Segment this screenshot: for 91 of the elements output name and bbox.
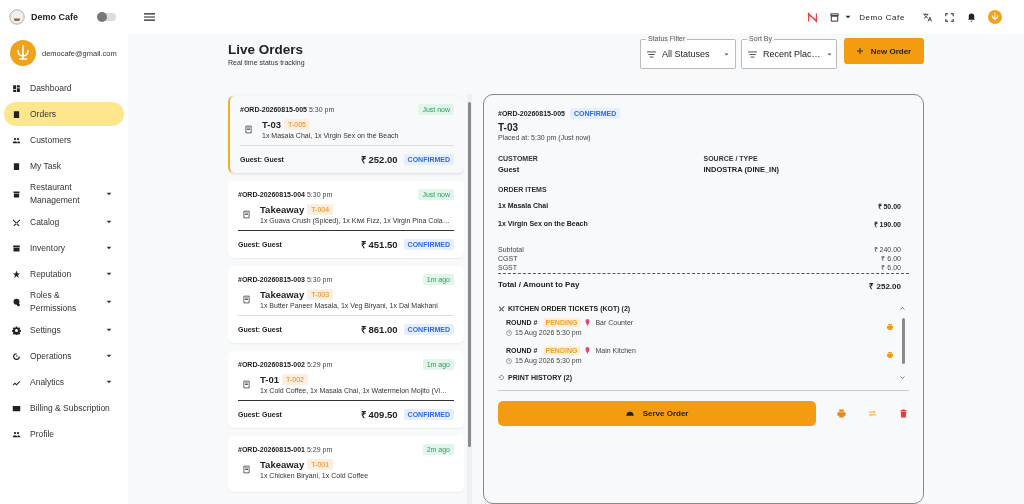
- caret-icon: [106, 220, 112, 224]
- order-amount: ₹ 451.50: [360, 238, 398, 251]
- serve-order-button[interactable]: Serve Order: [498, 401, 817, 426]
- caret-icon: [106, 192, 112, 196]
- sidebar-item[interactable]: Catalog: [4, 210, 124, 234]
- sidebar-label: My Task: [30, 159, 63, 173]
- pin-icon: [585, 347, 591, 354]
- caret-icon: [106, 354, 112, 358]
- archive-icon: [12, 243, 21, 253]
- page-title: Live Orders: [228, 42, 305, 57]
- sidebar-item[interactable]: Billing & Subscription: [4, 396, 124, 420]
- people-icon: [12, 135, 21, 145]
- order-amount: ₹ 409.50: [360, 408, 398, 421]
- field-value: Recent Plac…: [763, 49, 821, 59]
- total-value: ₹ 252.00: [869, 281, 901, 291]
- order-amount: ₹ 252.00: [360, 153, 398, 166]
- filter-icon: [748, 50, 757, 58]
- caret-icon: [106, 246, 112, 250]
- brand-name: Demo Cafe: [31, 12, 79, 22]
- caret-icon: [106, 380, 112, 384]
- utensils-icon: [12, 217, 21, 227]
- caret-icon: [106, 272, 112, 276]
- sidebar-label: Settings: [30, 323, 62, 337]
- store-icon: [12, 189, 21, 199]
- dashboard-icon: [12, 83, 21, 93]
- avatar-icon[interactable]: [988, 10, 1002, 24]
- order-title: T-01: [260, 374, 279, 385]
- sidebar-label: Analytics: [30, 375, 65, 389]
- history-icon: [498, 374, 505, 381]
- people-icon: [12, 429, 21, 439]
- order-title: Takeaway: [260, 204, 305, 215]
- cafe-logo-icon: [9, 9, 25, 25]
- sidebar-label: Catalog: [30, 215, 61, 229]
- menu-icon[interactable]: [144, 13, 155, 21]
- sidebar-label: Orders: [30, 107, 57, 121]
- filter-icon: [647, 50, 656, 58]
- order-title: T-03: [262, 119, 281, 130]
- chevron-icon: [900, 307, 905, 310]
- new-order-button[interactable]: New Order: [844, 38, 924, 64]
- sidebar-item[interactable]: Customers: [4, 128, 124, 152]
- print-icon[interactable]: [836, 408, 848, 419]
- star-icon: [12, 269, 21, 279]
- sidebar-label: Restaurant Management: [30, 181, 81, 207]
- sidebar-label: Inventory: [30, 241, 66, 255]
- sidebar-item[interactable]: Roles & Permissions: [4, 288, 124, 316]
- print-icon[interactable]: [886, 351, 894, 359]
- settings-icon: [12, 325, 21, 335]
- fullscreen-icon[interactable]: [944, 11, 955, 23]
- total-label: Total / Amount to Pay: [498, 280, 580, 291]
- sidebar-label: Dashboard: [30, 81, 73, 95]
- sidebar-item[interactable]: Profile: [4, 422, 124, 446]
- sidebar-item[interactable]: My Task: [4, 154, 124, 178]
- caret-icon: [106, 328, 112, 332]
- sidebar-label: Profile: [30, 427, 56, 441]
- sidebar-label: Customers: [30, 133, 73, 147]
- caret-icon: [724, 52, 729, 56]
- sidebar-label: Billing & Subscription: [30, 401, 111, 415]
- print-icon[interactable]: [886, 323, 894, 331]
- sidebar-item[interactable]: Dashboard: [4, 76, 124, 100]
- delete-icon[interactable]: [898, 408, 909, 419]
- card-icon: [12, 403, 21, 413]
- sidebar-label: Operations: [30, 349, 73, 363]
- sidebar-item[interactable]: Orders: [4, 102, 124, 126]
- bell-icon[interactable]: [966, 11, 977, 23]
- sidebar-item[interactable]: Inventory: [4, 236, 124, 260]
- order-title: T-03: [498, 122, 519, 133]
- store-icon[interactable]: [829, 11, 841, 23]
- order-amount: ₹ 861.00: [360, 323, 398, 336]
- caret-icon: [826, 52, 832, 56]
- caret-icon[interactable]: [845, 15, 852, 19]
- n-logo-icon[interactable]: [807, 11, 819, 23]
- pin-icon: [585, 319, 591, 326]
- caret-icon: [106, 300, 112, 304]
- sidebar-item[interactable]: Analytics: [4, 370, 124, 394]
- sidebar-label: Reputation: [30, 267, 73, 281]
- avatar-icon: [10, 40, 36, 66]
- plus-icon: [856, 48, 863, 54]
- translate-icon[interactable]: [922, 11, 933, 23]
- sidebar-item[interactable]: Operations: [4, 344, 124, 368]
- sidebar-item[interactable]: Settings: [4, 318, 124, 342]
- sidebar-label: Roles & Permissions: [30, 289, 78, 315]
- outlet-name[interactable]: Demo Cafe: [859, 12, 905, 22]
- chevron-icon: [900, 376, 905, 379]
- utensils-icon: [498, 305, 505, 312]
- sidebar-item[interactable]: Reputation: [4, 262, 124, 286]
- order-title: Takeaway: [260, 459, 305, 470]
- cloche-icon: [625, 411, 634, 416]
- order-title: Takeaway: [260, 289, 305, 300]
- theme-toggle[interactable]: [98, 13, 116, 21]
- sidebar-item[interactable]: Restaurant Management: [4, 180, 124, 208]
- field-value: All Statuses: [662, 49, 711, 59]
